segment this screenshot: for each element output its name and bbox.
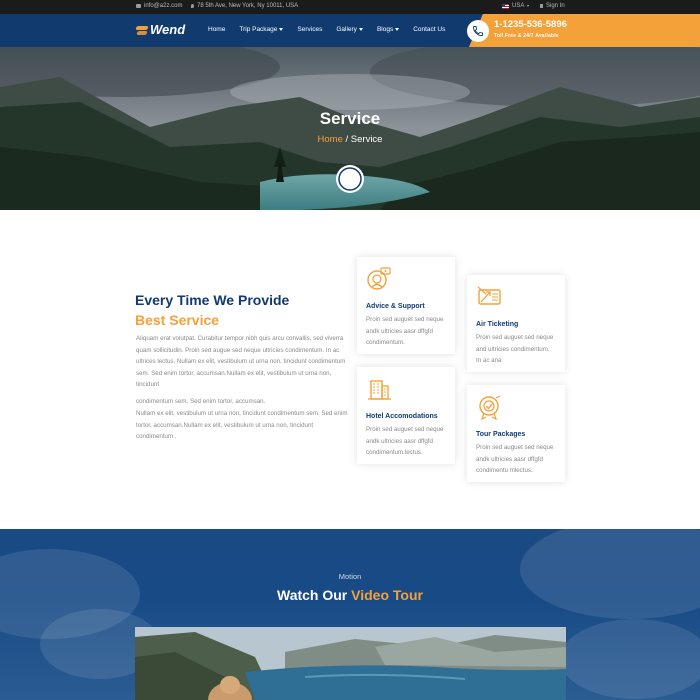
play-button[interactable] [336,165,364,193]
language-selector[interactable]: USA [502,3,530,9]
video-thumbnail[interactable] [135,627,566,700]
breadcrumb-home-link[interactable]: Home [318,134,343,145]
card-title: Hotel Accomodations [366,413,438,420]
card-text: Proin sed auguet sed neque andk ultricie… [366,426,444,456]
nav-gallery-label: Gallery [336,26,357,33]
services-heading-line1: Every Time We Provide [135,292,290,308]
chevron-down-icon [395,28,400,31]
fjord-landscape-image [135,627,566,700]
services-paragraph-1: Aliquam erat volutpat. Curabitur tempor … [136,335,346,388]
nav-services-label: Services [297,26,323,33]
nav-blogs[interactable]: Blogs [376,26,400,33]
address-info: 78 5th Ave, New York, Ny 10011, USA [191,3,298,9]
chevron-down-icon [279,28,284,31]
signin-label: Sign In [546,3,565,9]
hotel-building-icon [368,380,391,400]
services-paragraph-2: condimentum sem. Sed enim tortor, accums… [136,398,266,405]
support-agent-icon [367,267,391,290]
phone-subtitle: Toll Free & 24/7 Available [494,33,559,39]
us-flag-icon [502,3,509,9]
nav-blogs-label: Blogs [376,26,394,33]
top-bar: info@a2z.com 78 5th Ave, New York, Ny 10… [0,0,700,14]
mail-icon [136,4,141,8]
play-icon [338,167,362,191]
page-title: Service [319,109,381,128]
services-heading-line2: Best Service [135,312,220,328]
brand-name: Wend [150,22,186,37]
brand-logo[interactable]: Wend [136,22,185,37]
logo-mark-icon [136,24,148,36]
card-title: Air Ticketing [476,321,519,328]
card-title: Tour Packages [476,431,526,438]
phone-button[interactable] [467,20,489,42]
video-tour-section: Motion Watch Our Video Tour [0,529,700,700]
nav-trip-package[interactable]: Trip Package [239,26,284,33]
tour-badge-icon [479,395,501,421]
service-card-air-ticketing[interactable]: Air Ticketing Proin sed auguet sed neque… [467,275,565,372]
card-title: Advice & Support [366,303,425,310]
breadcrumb-current: Service [350,134,383,145]
email-text: info@a2z.com [144,3,183,9]
video-title-highlight: Video Tour [351,587,423,603]
card-text: Proin sed auguet sed neque and ultricies… [476,334,554,364]
nav-gallery[interactable]: Gallery [336,26,363,33]
nav-home[interactable]: Home [208,26,225,33]
cloud-decoration [560,619,700,699]
email-info[interactable]: info@a2z.com [136,3,182,9]
service-card-advice[interactable]: Advice & Support Proin sed auguet sed ne… [357,257,455,354]
card-text: Proin sed auguet sed neque andk ultricie… [476,444,554,474]
signin-link[interactable]: Sign In [540,3,565,9]
breadcrumb: Home / Service [0,134,700,145]
nav-home-label: Home [208,26,226,33]
section-kicker: Motion [338,572,362,581]
nav-contact[interactable]: Contact Us [413,26,445,33]
video-title-prefix: Watch Our [277,587,352,603]
phone-icon [473,26,483,36]
lock-icon [540,4,543,8]
service-card-hotel[interactable]: Hotel Accomodations Proin sed auguet sed… [357,367,455,464]
nav-trip-package-label: Trip Package [239,26,278,33]
nav-contact-label: Contact Us [413,26,446,33]
nav-services[interactable]: Services [297,26,322,33]
main-nav: Home Trip Package Services Gallery Blogs… [208,26,445,33]
service-card-tour-packages[interactable]: Tour Packages Proin sed auguet sed neque… [467,385,565,482]
phone-number[interactable]: 1-1235-536-5896 [494,19,567,30]
air-ticket-icon [477,286,501,305]
location-pin-icon [191,4,194,8]
language-label: USA [512,3,525,9]
address-text: 78 5th Ave, New York, Ny 10011, USA [197,3,299,9]
chevron-down-icon [358,28,363,31]
card-text: Proin sed auguet sed neque andk ultricie… [366,316,444,346]
chevron-down-icon [527,5,530,7]
services-paragraph-3: Nullam ex elit, vestibulum ut urna non, … [136,410,348,440]
breadcrumb-separator: / [342,134,351,145]
video-section-title: Watch Our Video Tour [0,587,700,603]
